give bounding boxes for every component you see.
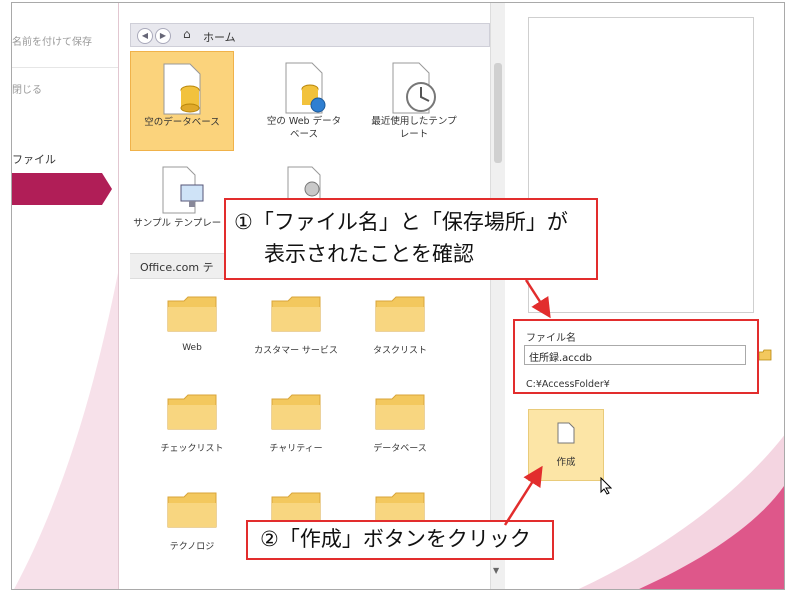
decorative-swoosh <box>14 273 118 589</box>
scrollbar-thumb[interactable] <box>494 63 502 163</box>
filename-highlight-box <box>513 319 759 394</box>
sidebar-divider <box>12 67 118 68</box>
folder-icon <box>167 394 217 430</box>
template-label: ベース <box>289 129 319 140</box>
template-label: レート <box>399 129 429 140</box>
browse-folder-icon[interactable] <box>758 349 772 361</box>
folder-icon <box>167 296 217 332</box>
template-my-templates[interactable] <box>252 159 356 203</box>
mouse-cursor-icon <box>600 477 612 495</box>
template-label: 空のデータベース <box>144 117 220 128</box>
home-icon[interactable]: ⌂ <box>183 27 191 41</box>
folder-label: タスクリスト <box>372 346 427 356</box>
recent-templates-icon <box>392 62 436 114</box>
callout-step2: ②「作成」ボタンをクリック <box>246 520 554 560</box>
folder-icon <box>375 296 425 332</box>
selection-arrow <box>102 173 112 205</box>
folder-icon <box>167 492 217 528</box>
folder-database[interactable]: データベース <box>348 391 452 454</box>
create-button[interactable]: 作成 <box>528 409 604 481</box>
template-blank-database[interactable]: 空のデータベース <box>130 51 234 151</box>
callout-step2-text: ②「作成」ボタンをクリック <box>260 527 531 551</box>
my-templates-icon <box>287 166 321 203</box>
new-document-icon <box>557 422 575 444</box>
folder-label: データベース <box>373 444 427 454</box>
templates-scrollbar[interactable]: ▼ <box>490 3 505 589</box>
folder-icon <box>271 296 321 332</box>
template-recent[interactable]: 最近使用したテンプ レート <box>362 55 466 141</box>
template-blank-web-database[interactable]: 空の Web データ ベース <box>252 55 356 141</box>
back-icon[interactable]: ◀ <box>137 28 153 44</box>
sidebar-item-close[interactable]: 閉じる <box>12 81 42 96</box>
folder-label: テクノロジ <box>169 542 215 552</box>
folder-icon <box>375 394 425 430</box>
backstage-sidebar: 名前を付けて保存 閉じる ファイル <box>12 3 119 589</box>
callout-step1-line2: 表示されたことを確認 <box>264 242 474 266</box>
template-label: 空の Web データ <box>266 116 342 127</box>
folder-label: Web <box>182 343 202 353</box>
navigation-bar: ◀ ▶ ⌂ ホーム <box>130 23 490 47</box>
template-samples[interactable]: サンプル テンプレート <box>130 159 234 230</box>
breadcrumb-home[interactable]: ホーム <box>203 29 236 45</box>
folder-label: チャリティー <box>269 444 323 454</box>
folder-web[interactable]: Web <box>140 293 244 353</box>
folder-customer-service[interactable]: カスタマー サービス <box>244 293 348 356</box>
folder-technology[interactable]: テクノロジ <box>140 489 244 552</box>
template-label: サンプル テンプレート <box>133 218 231 229</box>
callout-step1-line1: ①「ファイル名」と「保存場所」が <box>234 210 568 234</box>
folder-label: カスタマー サービス <box>254 346 338 356</box>
details-panel: ファイル名 住所録.accdb C:¥AccessFolder¥ 作成 <box>510 3 784 589</box>
folder-icon <box>271 394 321 430</box>
sample-templates-icon <box>162 166 204 214</box>
folder-charity[interactable]: チャリティー <box>244 391 348 454</box>
access-backstage-window: 名前を付けて保存 閉じる ファイル ◀ ▶ ⌂ ホーム 空のデータベース 空の … <box>11 2 785 590</box>
sidebar-item-file[interactable]: ファイル <box>12 151 56 167</box>
template-label: 最近使用したテンプ <box>371 116 457 127</box>
folder-task-list[interactable]: タスクリスト <box>348 293 452 356</box>
scroll-down-icon[interactable]: ▼ <box>493 566 499 575</box>
forward-icon[interactable]: ▶ <box>155 28 171 44</box>
folder-label: チェックリスト <box>160 444 224 454</box>
templates-area: ◀ ▶ ⌂ ホーム 空のデータベース 空の Web データ ベース 最近使用した… <box>128 3 510 589</box>
folder-checklist[interactable]: チェックリスト <box>140 391 244 454</box>
web-database-icon <box>285 62 326 114</box>
section-title: Office.com テ <box>140 261 214 274</box>
blank-database-icon <box>163 63 201 115</box>
create-button-label: 作成 <box>556 457 576 468</box>
sidebar-item-save-as[interactable]: 名前を付けて保存 <box>12 33 92 48</box>
sidebar-item-new-selected[interactable] <box>12 173 102 205</box>
callout-step1: ①「ファイル名」と「保存場所」が 表示されたことを確認 <box>224 198 598 280</box>
